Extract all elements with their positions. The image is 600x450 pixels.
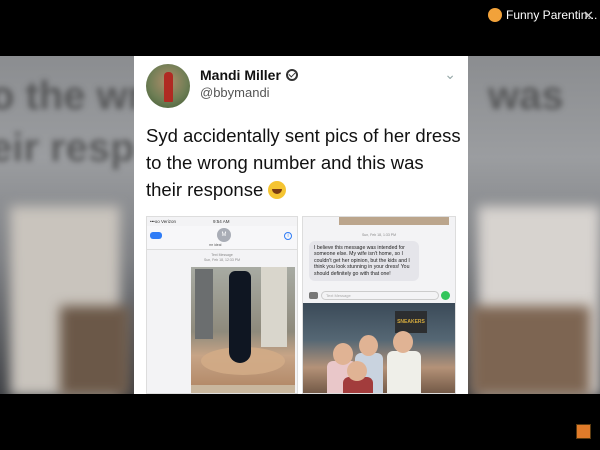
status-bar: •••oo Verizon 9:54 AM — [147, 217, 297, 226]
message-composer: Text Message — [309, 291, 451, 300]
background-text-1: o the wr — [0, 74, 144, 118]
background-photo-right — [470, 306, 590, 394]
tweet-card: Mandi Miller @bbymandi ⌄ Syd accidentall… — [134, 56, 468, 394]
background-text-3: eir resp — [0, 126, 135, 170]
poster: SNEAKERS — [395, 311, 427, 333]
composer-input: Text Message — [321, 291, 439, 300]
author-name-text[interactable]: Mandi Miller — [200, 67, 281, 83]
contact-label: mr ideal — [209, 243, 222, 247]
avatar[interactable] — [146, 64, 190, 108]
close-icon[interactable]: ✕ — [583, 8, 594, 24]
channel-watermark-icon[interactable] — [576, 424, 591, 439]
info-icon: i — [284, 232, 292, 240]
send-icon — [441, 291, 450, 300]
carrier: •••oo Verizon — [150, 219, 176, 224]
author-name[interactable]: Mandi Miller — [200, 67, 298, 83]
message-meta-2: Sun, Feb 18, 12:33 PM — [204, 258, 240, 262]
screenshot-left[interactable]: •••oo Verizon 9:54 AM M mr ideal i Text … — [146, 216, 298, 394]
author-handle[interactable]: @bbymandi — [200, 85, 270, 100]
previous-photo-strip — [339, 217, 449, 225]
contact-avatar: M — [217, 228, 231, 242]
camera-icon — [309, 292, 318, 299]
next-photo-strip — [191, 385, 295, 393]
reply-date: Sun, Feb 18, 1:33 PM — [361, 233, 397, 237]
status-time: 9:54 AM — [213, 219, 230, 224]
video-title-overlay[interactable]: Funny Parentin... — [488, 8, 597, 22]
reply-bubble: I believe this message was intended for … — [309, 241, 419, 282]
channel-avatar-icon[interactable] — [488, 8, 502, 22]
conversation-header: M mr ideal i — [147, 226, 297, 250]
screenshot-right[interactable]: Sun, Feb 18, 1:33 PM I believe this mess… — [302, 216, 456, 394]
tweet-text: Syd accidentally sent pics of her dress … — [146, 122, 461, 203]
verified-badge-icon — [285, 69, 298, 81]
dress-photo — [191, 267, 295, 385]
chevron-down-icon[interactable]: ⌄ — [444, 66, 456, 83]
back-icon — [150, 232, 162, 239]
laughing-emoji-icon — [268, 181, 287, 199]
tweet-body: Syd accidentally sent pics of her dress … — [146, 125, 461, 200]
background-photo-left — [60, 306, 130, 394]
background-text-2: was — [488, 74, 564, 118]
kids-photo: SNEAKERS — [303, 303, 455, 393]
